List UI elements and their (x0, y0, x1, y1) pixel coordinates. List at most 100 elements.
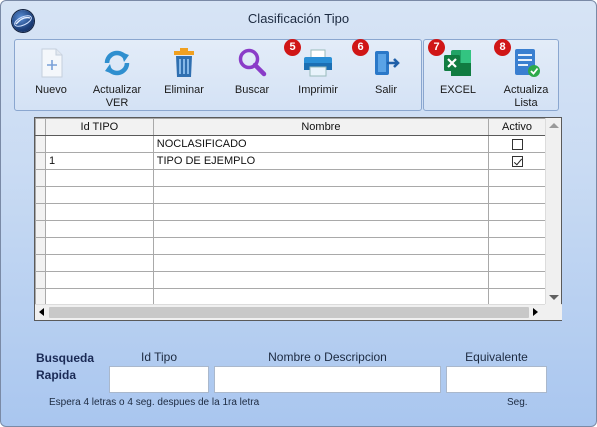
cell-nombre[interactable] (152, 254, 490, 272)
excel-badge: 7 (428, 39, 445, 56)
cell-activo[interactable] (488, 186, 546, 204)
cell-nombre[interactable] (152, 220, 490, 238)
actualiza-lista-badge: 8 (494, 39, 511, 56)
empty-table-row[interactable] (35, 186, 546, 204)
grid-table: Id TIPO Nombre Activo NOCLASIFICADO 1 TI… (35, 118, 546, 306)
cell-id-tipo[interactable]: 1 (44, 152, 154, 170)
cell-nombre[interactable]: NOCLASIFICADO (152, 135, 490, 153)
id-tipo-column-label: Id Tipo (140, 350, 178, 364)
search-hint-text: Espera 4 letras o 4 seg. despues de la 1… (49, 397, 260, 408)
magnifier-icon (238, 48, 267, 77)
toolbar-main: Nuevo Actualizar VER Eliminar Buscar Imp… (14, 39, 422, 111)
actualizar-ver-button[interactable]: Actualizar VER (85, 46, 149, 110)
cell-id-tipo[interactable] (44, 271, 154, 289)
equivalente-search-input[interactable] (446, 366, 547, 393)
cell-nombre[interactable] (152, 169, 490, 187)
plus-document-icon (41, 48, 63, 78)
refresh-icon (104, 50, 130, 76)
row-selector[interactable] (35, 169, 46, 187)
cell-id-tipo[interactable] (44, 135, 154, 153)
eliminar-label: Eliminar (164, 84, 204, 96)
column-header-activo[interactable]: Activo (488, 118, 546, 136)
nombre-search-input[interactable] (214, 366, 441, 393)
cell-id-tipo[interactable] (44, 220, 154, 238)
cell-activo[interactable] (488, 237, 546, 255)
cell-id-tipo[interactable] (44, 169, 154, 187)
title-bar: Clasificación Tipo (1, 1, 596, 39)
empty-table-row[interactable] (35, 169, 546, 187)
cell-activo[interactable] (488, 135, 546, 153)
grid-body: NOCLASIFICADO 1 TIPO DE EJEMPLO (35, 135, 546, 306)
cell-activo[interactable] (488, 220, 546, 238)
imprimir-label: Imprimir (298, 84, 338, 96)
exit-icon (375, 51, 400, 75)
imprimir-badge: 5 (284, 39, 301, 56)
row-selector[interactable] (35, 203, 46, 221)
cell-nombre[interactable] (152, 186, 490, 204)
quick-search-label-line1: Busqueda (36, 351, 95, 365)
row-selector[interactable] (35, 237, 46, 255)
empty-table-row[interactable] (35, 271, 546, 289)
cell-nombre[interactable] (152, 271, 490, 289)
cell-id-tipo[interactable] (44, 254, 154, 272)
cell-id-tipo[interactable] (44, 237, 154, 255)
scroll-up-arrow-icon[interactable] (549, 123, 559, 128)
equivalente-column-label: Equivalente (465, 350, 528, 364)
salir-badge: 6 (352, 39, 369, 56)
quick-search-label: Busqueda Rapida (36, 350, 94, 384)
buscar-button[interactable]: Buscar (220, 46, 284, 97)
cell-nombre[interactable]: TIPO DE EJEMPLO (152, 152, 490, 170)
cell-id-tipo[interactable] (44, 203, 154, 221)
cell-activo[interactable] (488, 254, 546, 272)
nuevo-label: Nuevo (35, 84, 67, 96)
table-row[interactable]: 1 TIPO DE EJEMPLO (35, 152, 546, 170)
actualizar-ver-label: Actualizar VER (92, 84, 142, 109)
scroll-right-arrow-icon[interactable] (533, 308, 538, 316)
empty-table-row[interactable] (35, 288, 546, 306)
data-grid[interactable]: Id TIPO Nombre Activo NOCLASIFICADO 1 TI… (34, 117, 562, 321)
scroll-down-arrow-icon[interactable] (549, 295, 559, 300)
cell-activo[interactable] (488, 271, 546, 289)
toolbar-secondary: EXCEL 7 Actualiza Lista 8 (423, 39, 559, 111)
row-selector[interactable] (35, 186, 46, 204)
column-header-id-tipo[interactable]: Id TIPO (44, 118, 154, 136)
horizontal-scroll-thumb[interactable] (49, 307, 529, 318)
cell-activo[interactable] (488, 152, 546, 170)
nuevo-button[interactable]: Nuevo (19, 46, 83, 97)
column-header-nombre[interactable]: Nombre (152, 118, 490, 136)
cell-nombre[interactable] (152, 288, 490, 306)
cell-id-tipo[interactable] (44, 288, 154, 306)
empty-table-row[interactable] (35, 220, 546, 238)
vertical-scrollbar[interactable] (545, 118, 561, 305)
cell-nombre[interactable] (152, 237, 490, 255)
cell-activo[interactable] (488, 169, 546, 187)
activo-checkbox[interactable] (511, 138, 523, 150)
main-window: Clasificación Tipo Nuevo Actualizar VER (0, 0, 597, 427)
row-selector[interactable] (35, 254, 46, 272)
excel-icon (444, 50, 471, 76)
cell-activo[interactable] (488, 203, 546, 221)
empty-table-row[interactable] (35, 203, 546, 221)
row-selector[interactable] (35, 152, 46, 170)
window-title: Clasificación Tipo (247, 10, 350, 26)
cell-nombre[interactable] (152, 203, 490, 221)
activo-checkbox[interactable] (511, 155, 523, 167)
cell-activo[interactable] (488, 288, 546, 306)
row-selector[interactable] (35, 220, 46, 238)
nombre-descripcion-column-label: Nombre o Descripcion (268, 350, 387, 364)
buscar-label: Buscar (234, 84, 270, 96)
horizontal-scrollbar[interactable] (35, 304, 562, 320)
salir-label: Salir (374, 84, 397, 96)
empty-table-row[interactable] (35, 254, 546, 272)
id-tipo-search-input[interactable] (109, 366, 209, 393)
table-row[interactable]: NOCLASIFICADO (35, 135, 546, 153)
eliminar-button[interactable]: Eliminar (152, 46, 216, 97)
row-selector[interactable] (35, 135, 46, 153)
grid-header-row: Id TIPO Nombre Activo (35, 118, 546, 136)
empty-table-row[interactable] (35, 237, 546, 255)
cell-id-tipo[interactable] (44, 186, 154, 204)
row-selector[interactable] (35, 271, 46, 289)
scroll-left-arrow-icon[interactable] (39, 308, 44, 316)
app-globe-icon[interactable] (12, 10, 34, 32)
row-selector[interactable] (35, 288, 46, 306)
